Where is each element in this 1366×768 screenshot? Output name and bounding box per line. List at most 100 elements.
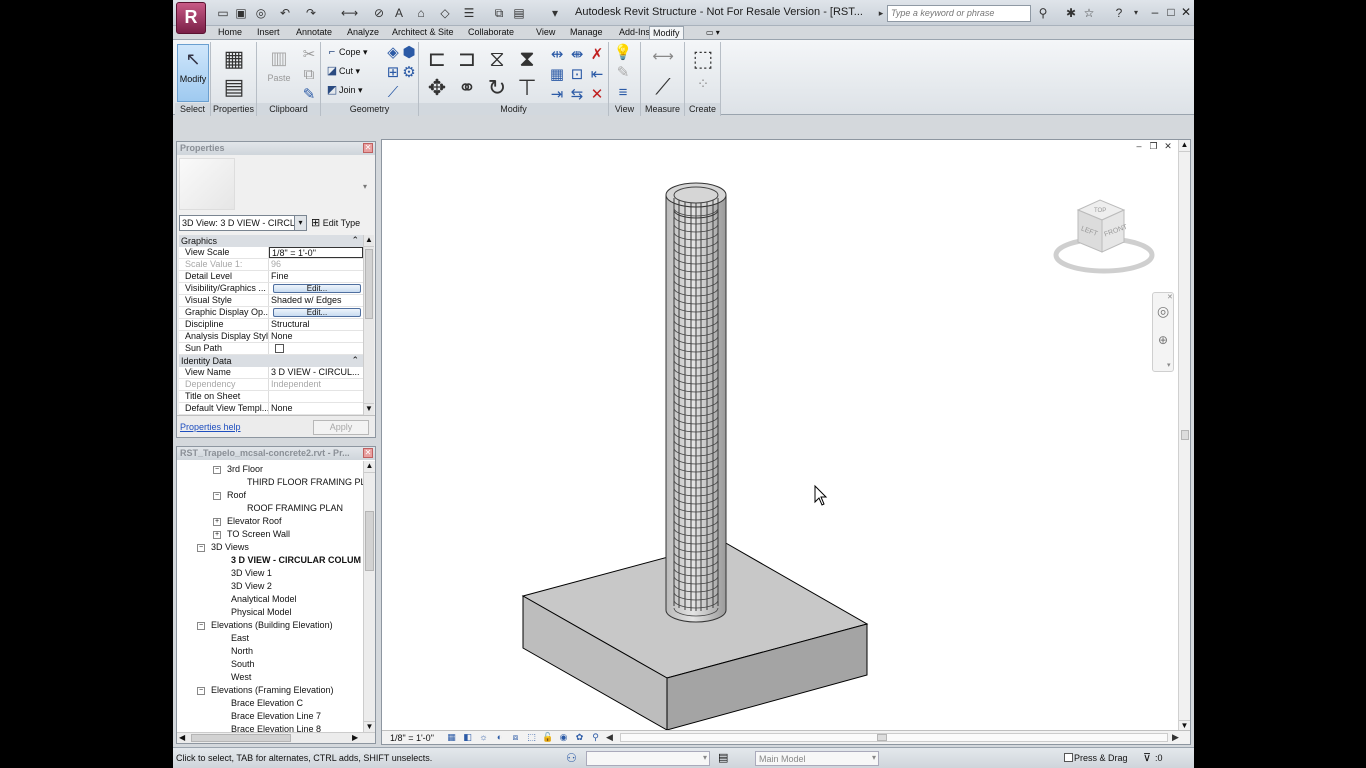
filter-icon[interactable]: ⊽	[1143, 751, 1151, 764]
close-hidden-icon[interactable]: ⧉	[491, 5, 507, 21]
press-drag-checkbox[interactable]	[1064, 753, 1073, 762]
linework-icon[interactable]: ≡	[613, 84, 633, 102]
type-properties-icon[interactable]: ▦	[220, 46, 248, 72]
tree-node-active-view[interactable]: 3 D VIEW - CIRCULAR COLUM	[231, 554, 361, 567]
dimension-icon[interactable]: ⊘	[371, 5, 387, 21]
prop-row-title-on-sheet[interactable]: Title on Sheet	[179, 391, 363, 403]
collapse-toggle-icon[interactable]: −	[197, 621, 205, 630]
paste-button[interactable]: ▥ Paste	[263, 44, 295, 102]
nav-bar-close-icon[interactable]: ✕	[1167, 293, 1173, 301]
view-scale-control[interactable]: 1/8" = 1'-0"	[390, 733, 434, 743]
3d-view-icon[interactable]: ⌂	[413, 5, 429, 21]
scale-icon[interactable]: ⊡	[567, 66, 587, 84]
sun-path-checkbox[interactable]	[275, 344, 284, 353]
cope-button[interactable]: ⌐ Cope ▾	[325, 44, 368, 61]
sync-icon[interactable]: ◎	[253, 5, 269, 21]
prop-row-detail-level[interactable]: Detail Level Fine	[179, 271, 363, 283]
scroll-right-icon[interactable]: ▶	[1170, 732, 1181, 743]
tree-node[interactable]: − Roof	[213, 489, 246, 502]
unpin-icon[interactable]: ✗	[587, 46, 607, 64]
zoom-icon[interactable]: ⊕	[1158, 333, 1168, 347]
extend-icon[interactable]: ⇥	[547, 86, 567, 104]
scroll-up-icon[interactable]: ▲	[364, 461, 375, 473]
prop-value[interactable]: Fine	[269, 271, 363, 282]
browser-horizontal-scrollbar[interactable]: ◀ ▶	[177, 732, 375, 743]
tab-insert[interactable]: Insert	[254, 26, 283, 40]
collapse-toggle-icon[interactable]: −	[213, 491, 221, 500]
tree-node[interactable]: Physical Model	[231, 606, 292, 619]
apply-button[interactable]: Apply	[313, 420, 369, 435]
shadows-icon[interactable]: ◐	[494, 732, 505, 743]
prop-value[interactable]: Shaded w/ Edges	[269, 295, 363, 306]
view-scrollbar[interactable]: ▲ ▼	[1178, 140, 1190, 732]
browser-scrollbar[interactable]: ▲ ▼	[363, 461, 375, 733]
binoculars-icon[interactable]: ⚲	[1035, 5, 1051, 21]
active-workset-field[interactable]: ▾	[586, 751, 710, 766]
tree-node[interactable]: South	[231, 658, 255, 671]
analytical-model-icon[interactable]: ⚲	[590, 732, 601, 743]
hide-element-icon[interactable]: 💡	[613, 44, 633, 62]
collapse-toggle-icon[interactable]: −	[197, 543, 205, 552]
collapse-icon[interactable]: ⌃	[351, 355, 359, 366]
scroll-thumb[interactable]	[365, 249, 373, 319]
open-icon[interactable]: ▭	[215, 5, 231, 21]
tree-node[interactable]: Brace Elevation C	[231, 697, 303, 710]
prop-row-graphic-display[interactable]: Graphic Display Op... Edit...	[179, 307, 363, 319]
minimize-icon[interactable]: –	[1147, 4, 1163, 20]
prop-row-default-template[interactable]: Default View Templ... None	[179, 403, 363, 415]
view-close-icon[interactable]: ✕	[1162, 141, 1174, 152]
viewcube-top-label[interactable]: TOP	[1094, 208, 1106, 214]
collapse-icon[interactable]: ⌃	[351, 235, 359, 246]
expand-toggle-icon[interactable]: +	[213, 530, 221, 539]
qat-customize-icon[interactable]: ▾	[547, 5, 563, 21]
properties-close-icon[interactable]: ✕	[363, 143, 373, 153]
create-assembly-icon[interactable]: ⬚	[689, 46, 717, 72]
measure-between-icon[interactable]: ⟷	[649, 48, 677, 66]
chevron-down-icon[interactable]: ▾	[703, 753, 707, 762]
prop-value[interactable]	[269, 391, 363, 402]
properties-help-link[interactable]: Properties help	[180, 422, 241, 432]
prop-row-visibility-graphics[interactable]: Visibility/Graphics ... Edit...	[179, 283, 363, 295]
tree-node[interactable]: West	[231, 671, 251, 684]
tab-collaborate[interactable]: Collaborate	[465, 26, 517, 40]
measure-qat-icon[interactable]: ⟷	[341, 5, 358, 21]
edit-type-button[interactable]: ⊞ Edit Type	[311, 216, 360, 229]
collapse-toggle-icon[interactable]: −	[197, 686, 205, 695]
chevron-down-icon[interactable]: ▾	[872, 753, 876, 762]
scroll-thumb[interactable]	[1181, 430, 1189, 440]
tree-node[interactable]: North	[231, 645, 253, 658]
delete-icon[interactable]: ✕	[587, 86, 607, 104]
model-canvas[interactable]: TOP LEFT FRONT	[382, 140, 1178, 732]
group-graphics[interactable]: Graphics ⌃	[179, 235, 363, 247]
text-icon[interactable]: A	[391, 5, 407, 21]
trim-extend-icon[interactable]: ⇤	[587, 66, 607, 84]
design-option-field[interactable]: Main Model ▾	[755, 751, 879, 766]
view-minimize-icon[interactable]: –	[1133, 141, 1145, 151]
view-restore-icon[interactable]: ❐	[1147, 141, 1159, 152]
prop-row-analysis-display[interactable]: Analysis Display Style None	[179, 331, 363, 343]
tree-node[interactable]: THIRD FLOOR FRAMING PLA	[247, 476, 363, 489]
collapse-toggle-icon[interactable]: −	[213, 465, 221, 474]
redo-icon[interactable]: ↷	[303, 5, 319, 21]
trim-icon[interactable]: ⊤	[513, 75, 541, 101]
thin-lines-icon[interactable]: ☰	[461, 5, 477, 21]
show-crop-icon[interactable]: ⬚	[526, 732, 537, 743]
tab-manage[interactable]: Manage	[567, 26, 606, 40]
tab-view[interactable]: View	[533, 26, 558, 40]
switch-windows-icon[interactable]: ▤	[511, 5, 527, 21]
modify-button[interactable]: ↖ Modify	[177, 44, 209, 102]
tree-node[interactable]: + TO Screen Wall	[213, 528, 290, 541]
favorites-star-icon[interactable]: ☆	[1081, 5, 1097, 21]
help-dropdown-icon[interactable]: ▾	[1128, 5, 1144, 21]
paint-icon[interactable]: ⬢	[399, 44, 419, 62]
cut-clipboard-icon[interactable]: ✂	[299, 46, 319, 64]
close-window-icon[interactable]: ✕	[1178, 4, 1194, 20]
tree-node[interactable]: Analytical Model	[231, 593, 297, 606]
copy-icon[interactable]: ⧉	[299, 66, 319, 84]
scroll-thumb[interactable]	[877, 734, 887, 741]
prop-row-view-scale[interactable]: View Scale 1/8" = 1'-0"	[179, 247, 363, 259]
prop-row-sun-path[interactable]: Sun Path	[179, 343, 363, 355]
copy-modify-icon[interactable]: ⚭	[453, 75, 481, 101]
design-options-icon[interactable]: ▤	[718, 751, 728, 764]
properties-scrollbar[interactable]: ▲ ▼	[363, 235, 374, 415]
